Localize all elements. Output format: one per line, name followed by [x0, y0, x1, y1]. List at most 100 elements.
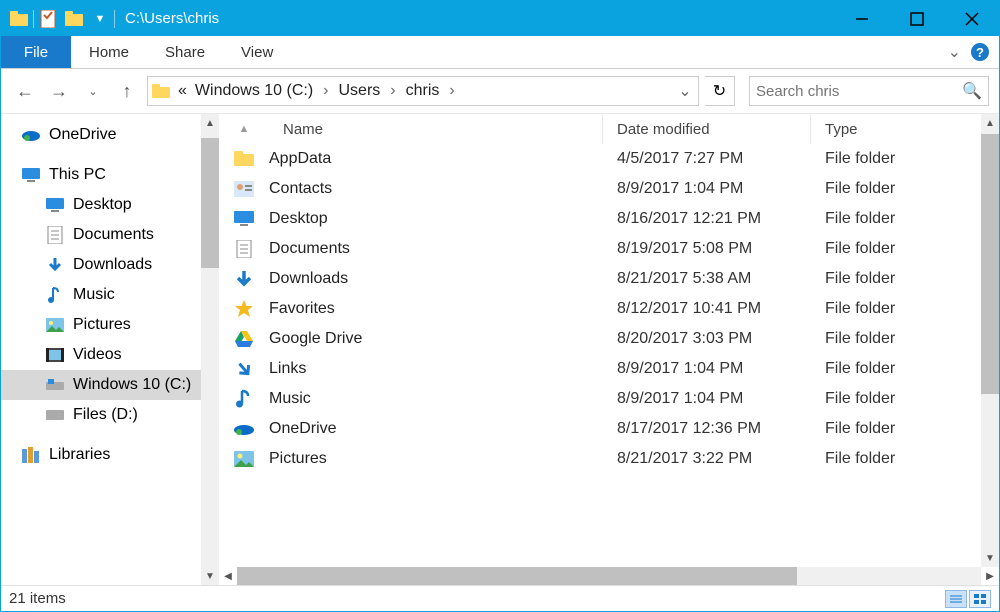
nav-drive-c[interactable]: Windows 10 (C:) — [1, 370, 219, 400]
breadcrumb-chris[interactable]: chris — [402, 82, 444, 100]
scroll-down-icon[interactable]: ▼ — [981, 549, 999, 567]
maximize-button[interactable] — [889, 1, 944, 36]
help-icon[interactable]: ? — [971, 43, 989, 61]
pictures-icon — [45, 315, 65, 335]
minimize-button[interactable] — [834, 1, 889, 36]
pictures-icon — [219, 451, 269, 467]
refresh-button[interactable]: ↻ — [705, 76, 735, 106]
file-name: OneDrive — [269, 420, 603, 438]
chevron-right-icon[interactable]: › — [317, 82, 334, 100]
file-date: 4/5/2017 7:27 PM — [603, 150, 811, 168]
file-row[interactable]: Documents8/19/2017 5:08 PMFile folder — [219, 234, 999, 264]
status-bar: 21 items — [1, 585, 999, 611]
up-button[interactable]: ↑ — [113, 77, 141, 105]
links-icon — [219, 359, 269, 379]
address-bar[interactable]: « Windows 10 (C:) › Users › chris › ⌄ — [147, 76, 699, 106]
file-type: File folder — [811, 180, 999, 198]
share-tab[interactable]: Share — [147, 36, 223, 68]
recent-dropdown-icon[interactable]: ⌄ — [79, 77, 107, 105]
nav-videos[interactable]: Videos — [1, 340, 219, 370]
column-date[interactable]: Date modified — [603, 114, 811, 144]
nav-this-pc[interactable]: This PC — [1, 160, 219, 190]
file-row[interactable]: Links8/9/2017 1:04 PMFile folder — [219, 354, 999, 384]
file-row[interactable]: Desktop8/16/2017 12:21 PMFile folder — [219, 204, 999, 234]
view-tab[interactable]: View — [223, 36, 291, 68]
nav-drive-d[interactable]: Files (D:) — [1, 400, 219, 430]
close-button[interactable] — [944, 1, 999, 36]
details-view-button[interactable] — [945, 590, 967, 608]
file-date: 8/9/2017 1:04 PM — [603, 390, 811, 408]
file-row[interactable]: Favorites8/12/2017 10:41 PMFile folder — [219, 294, 999, 324]
file-type: File folder — [811, 390, 999, 408]
file-type: File folder — [811, 330, 999, 348]
content-vscroll-thumb[interactable] — [981, 134, 999, 394]
chevron-right-icon[interactable]: › — [443, 82, 460, 100]
properties-icon[interactable] — [36, 7, 60, 31]
nav-music[interactable]: Music — [1, 280, 219, 310]
qat-dropdown-icon[interactable]: ▼ — [88, 7, 112, 31]
scroll-left-icon[interactable]: ◀ — [219, 567, 237, 585]
file-type: File folder — [811, 300, 999, 318]
scroll-up-icon[interactable]: ▲ — [981, 114, 999, 132]
nav-label: Pictures — [73, 316, 131, 334]
file-date: 8/20/2017 3:03 PM — [603, 330, 811, 348]
breadcrumb-overflow[interactable]: « — [174, 82, 191, 100]
nav-label: OneDrive — [49, 126, 117, 144]
sort-indicator-icon[interactable]: ▲ — [219, 114, 269, 144]
breadcrumb-root[interactable]: Windows 10 (C:) — [191, 82, 317, 100]
file-row[interactable]: Contacts8/9/2017 1:04 PMFile folder — [219, 174, 999, 204]
chevron-right-icon[interactable]: › — [384, 82, 401, 100]
file-type: File folder — [811, 150, 999, 168]
scroll-right-icon[interactable]: ▶ — [981, 567, 999, 585]
file-row[interactable]: AppData4/5/2017 7:27 PMFile folder — [219, 144, 999, 174]
file-name: Downloads — [269, 270, 603, 288]
scroll-down-icon[interactable]: ▼ — [201, 567, 219, 585]
file-row[interactable]: Pictures8/21/2017 3:22 PMFile folder — [219, 444, 999, 474]
file-name: Links — [269, 360, 603, 378]
file-name: Documents — [269, 240, 603, 258]
desktop-icon — [219, 211, 269, 227]
address-dropdown-icon[interactable]: ⌄ — [672, 81, 698, 101]
downloads-icon — [45, 255, 65, 275]
nav-desktop[interactable]: Desktop — [1, 190, 219, 220]
file-date: 8/17/2017 12:36 PM — [603, 420, 811, 438]
file-date: 8/9/2017 1:04 PM — [603, 180, 811, 198]
content-hscroll-thumb[interactable] — [237, 567, 797, 585]
home-tab[interactable]: Home — [71, 36, 147, 68]
onedrive-icon — [21, 125, 41, 145]
search-icon[interactable]: 🔍 — [962, 81, 982, 101]
nav-onedrive[interactable]: OneDrive — [1, 120, 219, 150]
search-input[interactable] — [756, 83, 962, 100]
nav-label: Downloads — [73, 256, 152, 274]
file-row[interactable]: OneDrive8/17/2017 12:36 PMFile folder — [219, 414, 999, 444]
file-row[interactable]: Music8/9/2017 1:04 PMFile folder — [219, 384, 999, 414]
thumbnails-view-button[interactable] — [969, 590, 991, 608]
forward-button[interactable]: → — [45, 77, 73, 105]
new-folder-icon[interactable] — [62, 7, 86, 31]
music-icon — [45, 285, 65, 305]
documents-icon — [45, 225, 65, 245]
scroll-up-icon[interactable]: ▲ — [201, 114, 219, 132]
search-box[interactable]: 🔍 — [749, 76, 989, 106]
column-type[interactable]: Type — [811, 114, 999, 144]
file-row[interactable]: Google Drive8/20/2017 3:03 PMFile folder — [219, 324, 999, 354]
breadcrumb-users[interactable]: Users — [334, 82, 384, 100]
nav-label: Videos — [73, 346, 122, 364]
file-date: 8/9/2017 1:04 PM — [603, 360, 811, 378]
back-button[interactable]: ← — [11, 77, 39, 105]
explorer-window: ▼ C:\Users\chris File Home Share View ⌄ … — [0, 0, 1000, 612]
column-name[interactable]: Name — [269, 114, 603, 144]
nav-pictures[interactable]: Pictures — [1, 310, 219, 340]
file-name: Desktop — [269, 210, 603, 228]
file-name: AppData — [269, 150, 603, 168]
file-type: File folder — [811, 240, 999, 258]
file-name: Music — [269, 390, 603, 408]
file-row[interactable]: Downloads8/21/2017 5:38 AMFile folder — [219, 264, 999, 294]
nav-libraries[interactable]: Libraries — [1, 440, 219, 470]
navpane-scroll-thumb[interactable] — [201, 138, 219, 268]
file-tab[interactable]: File — [1, 36, 71, 68]
nav-documents[interactable]: Documents — [1, 220, 219, 250]
file-date: 8/21/2017 3:22 PM — [603, 450, 811, 468]
ribbon-expand-icon[interactable]: ⌄ — [948, 42, 961, 62]
nav-downloads[interactable]: Downloads — [1, 250, 219, 280]
